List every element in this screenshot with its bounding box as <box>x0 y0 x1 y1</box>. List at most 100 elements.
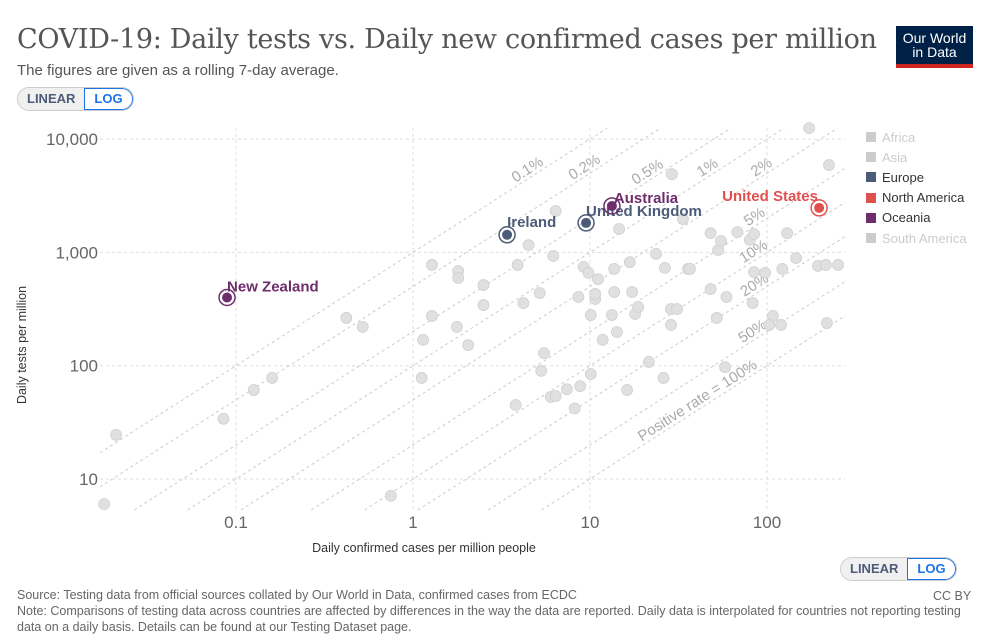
data-point <box>589 288 602 300</box>
data-point <box>821 317 833 329</box>
data-point <box>710 312 723 324</box>
positive-rate-line <box>364 202 846 511</box>
positive-rate-label: 5% <box>741 204 768 230</box>
data-point <box>560 383 573 396</box>
data-point <box>621 384 633 396</box>
data-point <box>450 321 463 333</box>
data-point <box>384 489 397 502</box>
data-point <box>477 279 490 291</box>
x-log-button[interactable]: LOG <box>907 558 956 580</box>
data-point <box>606 309 618 321</box>
data-point <box>511 259 524 271</box>
data-point <box>665 168 678 181</box>
data-point <box>704 227 717 240</box>
country-label: Ireland <box>507 214 556 231</box>
data-point <box>217 412 230 425</box>
data-point <box>832 259 844 271</box>
positive-rate-label: 1% <box>694 155 721 181</box>
data-point <box>650 247 662 260</box>
y-tick-label: 10 <box>79 470 98 489</box>
country-label: Australia <box>614 190 679 207</box>
x-tick-label: 1 <box>408 513 417 532</box>
data-point <box>584 309 597 321</box>
y-tick-label: 1,000 <box>55 243 98 262</box>
data-point <box>547 250 560 262</box>
data-point <box>823 159 835 171</box>
data-point <box>356 321 369 333</box>
data-point <box>340 312 353 324</box>
x-axis-label: Daily confirmed cases per million people <box>312 541 536 555</box>
data-point <box>731 226 744 239</box>
y-tick-label: 10,000 <box>46 130 98 149</box>
country-label: New Zealand <box>227 278 319 295</box>
x-tick-label: 0.1 <box>224 513 248 532</box>
y-tick-label: 100 <box>70 357 98 376</box>
license-link[interactable]: CC BY <box>933 589 971 603</box>
positive-rate-label: 2% <box>748 154 775 180</box>
data-point <box>790 252 802 265</box>
positive-rate-label: Positive rate = 100% <box>635 356 760 445</box>
x-linear-button[interactable]: LINEAR <box>841 558 908 580</box>
data-point <box>611 326 623 338</box>
country-label: United States <box>722 188 818 205</box>
x-tick-label: 10 <box>581 513 600 532</box>
data-point <box>720 291 733 303</box>
highlight-point <box>502 229 513 240</box>
data-point <box>538 347 550 360</box>
data-point <box>462 339 475 351</box>
data-point <box>98 498 111 511</box>
positive-rate-line <box>417 236 846 511</box>
data-point <box>746 297 759 309</box>
data-point <box>613 223 625 235</box>
data-point <box>632 301 645 313</box>
data-point <box>704 283 717 295</box>
data-point <box>671 303 683 315</box>
data-point <box>715 235 727 247</box>
data-point <box>549 390 562 402</box>
positive-rate-line <box>240 127 838 511</box>
data-point <box>110 429 122 441</box>
footer: Source: Testing data from official sourc… <box>17 587 977 635</box>
data-point <box>608 286 621 298</box>
data-point <box>452 272 465 284</box>
positive-rate-label: 0.1% <box>509 153 547 186</box>
data-point <box>763 319 776 331</box>
data-point <box>572 291 585 303</box>
data-point <box>748 228 760 241</box>
data-point <box>247 384 260 396</box>
data-point <box>592 273 604 286</box>
data-point <box>781 227 794 240</box>
data-point <box>776 263 789 275</box>
data-point <box>417 333 429 346</box>
x-tick-label: 100 <box>753 513 781 532</box>
data-point <box>426 259 438 271</box>
data-point <box>719 361 732 374</box>
data-point <box>642 356 655 368</box>
data-point <box>819 259 832 271</box>
y-axis-label: Daily tests per million <box>15 286 29 404</box>
data-point <box>665 319 677 331</box>
data-point <box>415 372 428 384</box>
data-point <box>803 122 816 135</box>
data-point <box>426 310 438 322</box>
data-point <box>509 399 522 411</box>
data-point <box>574 380 587 393</box>
data-point <box>608 263 621 275</box>
positive-rate-line <box>488 281 846 511</box>
data-point <box>684 263 696 275</box>
data-point <box>266 372 279 384</box>
data-point <box>775 319 787 331</box>
data-point <box>596 333 609 346</box>
data-point <box>568 402 581 415</box>
data-point <box>623 256 636 269</box>
data-point <box>584 368 597 380</box>
data-point <box>477 299 490 311</box>
scatter-chart: 0.1% 0.2% 0.5% 1% 2%5%10%20%50%Positive rate… <box>15 122 846 555</box>
data-point <box>626 286 639 298</box>
data-point <box>582 266 595 279</box>
data-note: Note: Comparisons of testing data across… <box>17 604 961 634</box>
positive-rate-line <box>187 127 785 511</box>
data-point <box>517 297 530 309</box>
data-point <box>522 239 535 251</box>
data-point <box>657 372 670 384</box>
